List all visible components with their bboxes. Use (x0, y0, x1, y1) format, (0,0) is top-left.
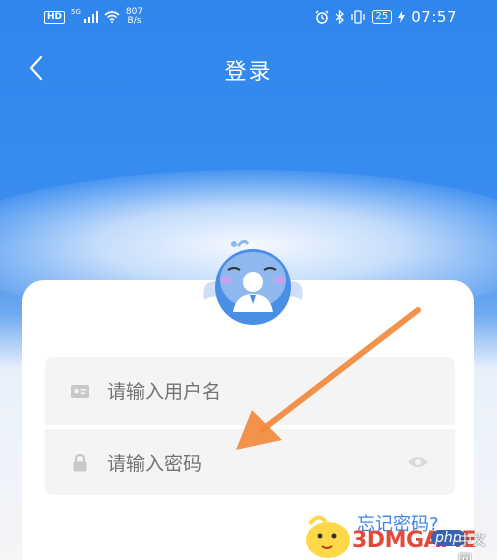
network-speed: 807 B/s (126, 8, 143, 26)
username-input[interactable] (105, 371, 409, 413)
status-right: 25 07:57 (315, 8, 457, 26)
header: 登录 (0, 50, 497, 90)
password-field[interactable] (45, 429, 455, 495)
page-title: 登录 (224, 60, 273, 85)
status-left: HD 5G 807 B/s (44, 8, 143, 26)
network-type: 5G (71, 8, 81, 16)
speed-unit: B/s (127, 16, 142, 26)
bluetooth-icon (335, 10, 344, 24)
eye-icon[interactable] (407, 454, 429, 470)
login-screen: HD 5G 807 B/s 25 07:57 登录 请输入用户名 忘记密码? 3… (0, 0, 497, 560)
clock: 07:57 (411, 8, 457, 26)
id-card-icon (71, 385, 89, 398)
status-bar: HD 5G 807 B/s 25 07:57 (0, 0, 497, 34)
vibrate-icon (350, 10, 365, 24)
alarm-icon (315, 10, 329, 24)
battery-level: 25 (371, 10, 393, 24)
hd-badge: HD (44, 10, 66, 24)
username-field[interactable] (45, 357, 455, 425)
charging-icon (398, 11, 406, 23)
signal-icon (83, 11, 98, 23)
wifi-icon (104, 11, 120, 23)
avatar-icon (203, 239, 303, 325)
lock-icon (73, 453, 87, 472)
watermark-mascot-icon (306, 515, 350, 558)
avatar (198, 232, 308, 328)
watermark-site-cn: 中文网 (458, 533, 486, 560)
password-input[interactable] (105, 443, 409, 485)
watermark: 3DMGAME php 中文网 (300, 506, 497, 560)
